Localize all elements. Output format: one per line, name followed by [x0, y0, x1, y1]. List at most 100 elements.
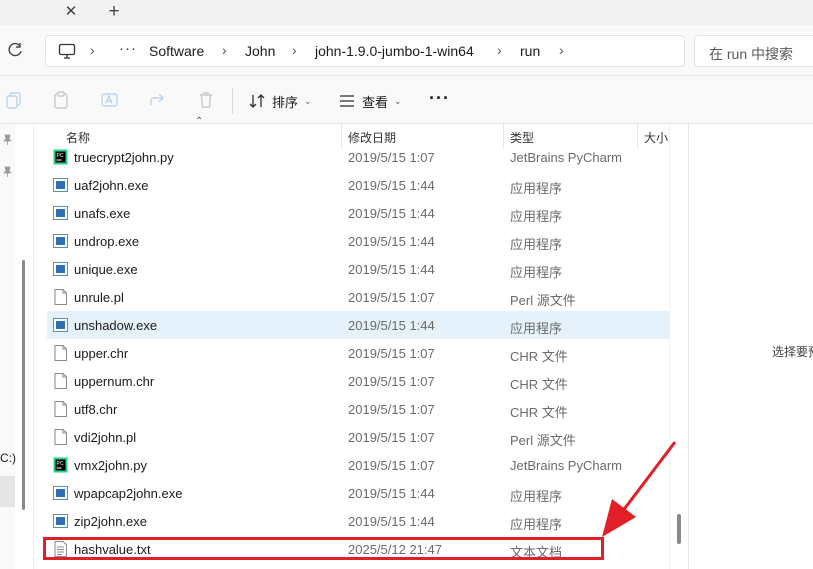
- file-name[interactable]: unshadow.exe: [74, 318, 157, 333]
- file-modified-date: 2019/5/15 1:44: [348, 262, 435, 277]
- file-row[interactable]: unrule.pl 2019/5/15 1:07 Perl 源文件: [47, 283, 669, 311]
- file-type: 应用程序: [510, 237, 563, 252]
- file-name[interactable]: zip2john.exe: [74, 514, 147, 529]
- file-modified-date: 2019/5/15 1:44: [348, 318, 435, 333]
- file-row[interactable]: wpapcap2john.exe 2019/5/15 1:44 应用程序: [47, 479, 669, 507]
- file-name[interactable]: unrule.pl: [74, 290, 124, 305]
- new-tab-button[interactable]: +: [102, 1, 126, 23]
- file-row[interactable]: PC truecrypt2john.py 2019/5/15 1:07 JetBrai…: [47, 143, 669, 171]
- chevron-right-icon[interactable]: ›: [292, 42, 297, 58]
- breadcrumb-item-john[interactable]: John: [245, 43, 275, 59]
- chevron-right-icon[interactable]: ›: [90, 42, 95, 58]
- paste-icon[interactable]: [52, 90, 72, 110]
- file-row[interactable]: upper.chr 2019/5/15 1:07 CHR 文件: [47, 339, 669, 367]
- pycharm-file-icon: PC: [53, 149, 68, 165]
- file-name[interactable]: wpapcap2john.exe: [74, 486, 182, 501]
- file-name[interactable]: upper.chr: [74, 346, 128, 361]
- chevron-right-icon[interactable]: ›: [222, 42, 227, 58]
- file-row[interactable]: zip2john.exe 2019/5/15 1:44 应用程序: [47, 507, 669, 535]
- file-name[interactable]: vdi2john.pl: [74, 430, 136, 445]
- file-icon: [54, 289, 67, 305]
- file-modified-date: 2019/5/15 1:07: [348, 374, 435, 389]
- file-type: JetBrains PyCharm: [510, 458, 622, 473]
- share-icon[interactable]: [148, 90, 168, 110]
- file-row[interactable]: undrop.exe 2019/5/15 1:44 应用程序: [47, 227, 669, 255]
- exe-file-icon: [53, 262, 68, 276]
- file-row[interactable]: unique.exe 2019/5/15 1:44 应用程序: [47, 255, 669, 283]
- breadcrumb-item-john-folder[interactable]: john-1.9.0-jumbo-1-win64: [315, 43, 474, 59]
- chevron-right-icon[interactable]: ›: [497, 42, 502, 58]
- rename-icon[interactable]: [100, 90, 120, 110]
- svg-text:PC: PC: [57, 153, 64, 159]
- pin-icon[interactable]: [2, 166, 13, 178]
- file-modified-date: 2019/5/15 1:07: [348, 290, 435, 305]
- close-tab-button[interactable]: ✕: [60, 2, 82, 22]
- file-list-scroll-track: [669, 124, 670, 569]
- pane-divider: [33, 124, 34, 569]
- command-bar: 排序 ⌄ 查看 ⌄ ···: [0, 76, 813, 124]
- breadcrumb-item-software[interactable]: Software: [149, 43, 204, 59]
- nav-scrollbar[interactable]: [22, 260, 25, 510]
- chevron-right-icon[interactable]: ›: [559, 42, 564, 58]
- file-type: 应用程序: [510, 181, 563, 196]
- preview-placeholder-text: 选择要预: [772, 345, 813, 359]
- file-name[interactable]: truecrypt2john.py: [74, 150, 174, 165]
- file-modified-date: 2019/5/15 1:07: [348, 402, 435, 417]
- file-row[interactable]: uaf2john.exe 2019/5/15 1:44 应用程序: [47, 171, 669, 199]
- copy-icon[interactable]: [4, 90, 24, 110]
- file-name[interactable]: unique.exe: [74, 262, 138, 277]
- pin-icon[interactable]: [2, 134, 13, 146]
- file-row[interactable]: PC vmx2john.py 2019/5/15 1:07 JetBrains PyC…: [47, 451, 669, 479]
- file-modified-date: 2019/5/15 1:44: [348, 486, 435, 501]
- chevron-down-icon: ⌄: [304, 95, 312, 106]
- nav-item-drive-c[interactable]: C:): [0, 451, 16, 465]
- file-name[interactable]: utf8.chr: [74, 402, 117, 417]
- file-icon: [54, 401, 67, 417]
- file-modified-date: 2019/5/15 1:44: [348, 514, 435, 529]
- exe-file-icon: [53, 514, 68, 528]
- this-pc-icon[interactable]: [58, 43, 76, 59]
- file-type: CHR 文件: [510, 405, 568, 420]
- pycharm-file-icon: PC: [53, 457, 68, 473]
- tab-strip: ✕ +: [0, 0, 813, 25]
- file-name[interactable]: vmx2john.py: [74, 458, 147, 473]
- file-type: Perl 源文件: [510, 293, 576, 308]
- file-row[interactable]: utf8.chr 2019/5/15 1:07 CHR 文件: [47, 395, 669, 423]
- file-icon: [54, 373, 67, 389]
- address-row: › ··· Software › John › john-1.9.0-jumbo…: [0, 25, 813, 76]
- search-placeholder: 在 run 中搜索: [709, 46, 794, 62]
- breadcrumb-overflow-button[interactable]: ···: [119, 40, 137, 57]
- file-name[interactable]: uppernum.chr: [74, 374, 154, 389]
- file-row[interactable]: unshadow.exe 2019/5/15 1:44 应用程序: [47, 311, 669, 339]
- file-type: 应用程序: [510, 265, 563, 280]
- file-list-scrollbar[interactable]: [677, 514, 681, 544]
- command-divider: [232, 88, 233, 114]
- file-row[interactable]: uppernum.chr 2019/5/15 1:07 CHR 文件: [47, 367, 669, 395]
- exe-file-icon: [53, 234, 68, 248]
- file-name[interactable]: undrop.exe: [74, 234, 139, 249]
- search-input[interactable]: 在 run 中搜索: [694, 35, 813, 67]
- preview-divider: [688, 124, 689, 569]
- sort-button[interactable]: 排序 ⌄: [248, 89, 312, 113]
- breadcrumb-item-run[interactable]: run: [520, 43, 540, 59]
- file-modified-date: 2019/5/15 1:44: [348, 178, 435, 193]
- exe-file-icon: [53, 178, 68, 192]
- file-modified-date: 2019/5/15 1:07: [348, 150, 435, 165]
- delete-icon[interactable]: [196, 90, 216, 110]
- file-row[interactable]: unafs.exe 2019/5/15 1:44 应用程序: [47, 199, 669, 227]
- file-name[interactable]: unafs.exe: [74, 206, 130, 221]
- file-row[interactable]: vdi2john.pl 2019/5/15 1:07 Perl 源文件: [47, 423, 669, 451]
- file-modified-date: 2019/5/15 1:07: [348, 430, 435, 445]
- file-type: CHR 文件: [510, 377, 568, 392]
- more-options-button[interactable]: ···: [429, 88, 450, 109]
- refresh-icon[interactable]: [6, 41, 24, 59]
- nav-selected-item[interactable]: [0, 476, 15, 507]
- breadcrumb[interactable]: › ··· Software › John › john-1.9.0-jumbo…: [45, 35, 685, 67]
- file-name[interactable]: uaf2john.exe: [74, 178, 148, 193]
- sort-label: 排序: [272, 94, 299, 110]
- exe-file-icon: [53, 206, 68, 220]
- view-button[interactable]: 查看 ⌄: [338, 89, 402, 113]
- navigation-pane: C:): [0, 124, 16, 569]
- file-type: 应用程序: [510, 517, 563, 532]
- view-label: 查看: [362, 94, 389, 110]
